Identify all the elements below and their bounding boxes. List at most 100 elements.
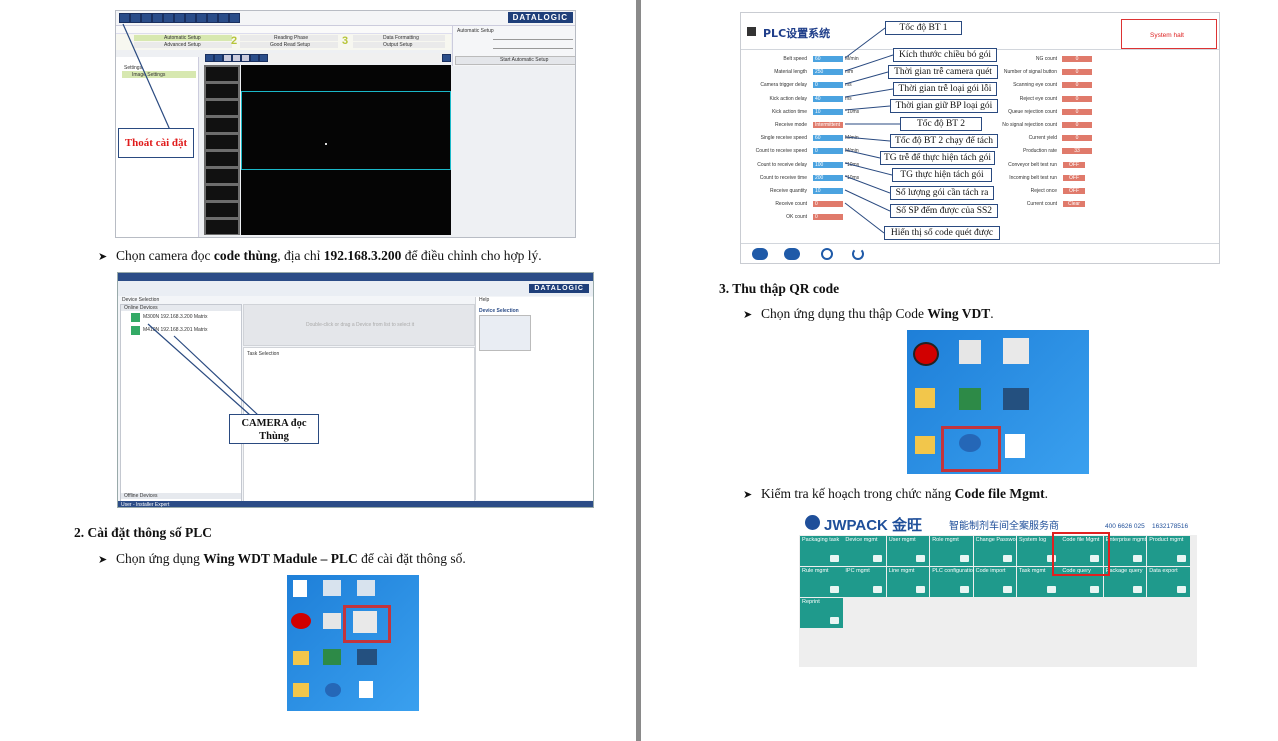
- thumbnail[interactable]: [206, 169, 238, 183]
- help-thumbnail: [479, 315, 531, 351]
- image-settings-icon[interactable]: [250, 54, 259, 62]
- data-formatting-step[interactable]: Data Formatting: [353, 35, 445, 41]
- datalogic-logo: DATALOGIC: [507, 12, 573, 23]
- plc-toggle-button[interactable]: OFF: [1063, 161, 1085, 168]
- link-icon[interactable]: [218, 13, 229, 23]
- zoom-in-icon[interactable]: [205, 54, 214, 62]
- tile-label: Code import: [975, 567, 1006, 574]
- camera-image-view[interactable]: [241, 65, 451, 235]
- document-icon[interactable]: [293, 580, 307, 597]
- help-icon[interactable]: [229, 13, 240, 23]
- plc-callout-arrow: [844, 149, 881, 159]
- app-icon[interactable]: [357, 580, 375, 596]
- jwpack-slogan: 智能制剂车间全案服务商: [949, 521, 1059, 532]
- dl-app-icon[interactable]: [357, 649, 377, 665]
- device-icon: [131, 326, 140, 335]
- good-read-setup-step[interactable]: Good Read Setup: [240, 42, 338, 48]
- zoom-out-icon[interactable]: [214, 54, 223, 62]
- wing-app-icon[interactable]: [325, 683, 341, 697]
- plc-toggle-button[interactable]: OFF: [1063, 174, 1085, 181]
- thumbnail[interactable]: [206, 186, 238, 200]
- tile-reprint[interactable]: Reprint: [800, 597, 843, 628]
- tile-ipc-mgmt[interactable]: IPC mgmt: [843, 566, 886, 597]
- tile-enterprise-mgmt[interactable]: Enterprise mgmt: [1103, 536, 1147, 566]
- next-icon[interactable]: [442, 54, 451, 62]
- qr-app-icon[interactable]: [1003, 338, 1029, 364]
- output-setup-step[interactable]: Output Setup: [353, 42, 445, 48]
- tile-code-import[interactable]: Code import: [973, 566, 1017, 597]
- tile-label: Change Password: [975, 537, 1021, 543]
- plc-toggle-button[interactable]: Clear: [1063, 201, 1085, 208]
- folder-icon[interactable]: [915, 436, 935, 454]
- thumbnail[interactable]: [206, 118, 238, 132]
- plc-callout: Tốc độ BT 1: [885, 21, 962, 35]
- blank-file-icon[interactable]: [1005, 434, 1025, 458]
- step-3-number: 3: [342, 35, 349, 47]
- monitor-icon[interactable]: [959, 340, 981, 364]
- plc-callout-arrow: [844, 202, 885, 234]
- status-box: System halt: [1121, 19, 1217, 49]
- slider-1[interactable]: [493, 39, 573, 40]
- tile-rule-mgmt[interactable]: Rule mgmt: [800, 566, 843, 597]
- save-image-icon[interactable]: [259, 54, 268, 62]
- header-bar: DATALOGIC: [118, 281, 593, 296]
- tile-data-export[interactable]: Data export: [1147, 566, 1190, 597]
- folder-icon[interactable]: [293, 683, 309, 697]
- reading-phase-step[interactable]: Reading Phase: [240, 35, 338, 41]
- tile-package-query[interactable]: Package query: [1103, 566, 1147, 597]
- tile-change-password[interactable]: Change Password: [973, 536, 1021, 566]
- folder-icon[interactable]: [293, 651, 309, 665]
- blank-file-icon[interactable]: [359, 681, 373, 698]
- camera-icon[interactable]: [207, 13, 218, 23]
- fit-icon[interactable]: [223, 54, 232, 62]
- upload-icon[interactable]: [752, 248, 768, 260]
- folder-icon[interactable]: [915, 388, 935, 408]
- bullet-arrow-icon: ➤: [98, 251, 108, 263]
- image-toolbar: [204, 53, 451, 63]
- thumbnail[interactable]: [206, 152, 238, 166]
- capture-icon[interactable]: [241, 54, 250, 62]
- thumbnail[interactable]: [206, 220, 238, 234]
- tile-line-mgmt[interactable]: Line mgmt: [886, 566, 930, 597]
- tile-packaging-task[interactable]: Packaging task: [800, 536, 843, 566]
- thumbnail[interactable]: [206, 135, 238, 149]
- plc-callout-arrow: [844, 27, 886, 59]
- callout-arrow: [122, 23, 171, 131]
- tile-role-mgmt[interactable]: Role mgmt: [930, 536, 973, 566]
- app-icon[interactable]: [323, 580, 341, 596]
- tile-device-mgmt[interactable]: Device mgmt: [843, 536, 886, 566]
- tile-product-mgmt[interactable]: Product mgmt: [1147, 536, 1190, 566]
- plc-status-label: No signal rejection count: [1002, 122, 1057, 128]
- plc-callout-arrow: [844, 175, 891, 194]
- thumbnail[interactable]: [206, 84, 238, 98]
- excel-icon[interactable]: [959, 388, 981, 410]
- refresh-icon[interactable]: [852, 248, 864, 260]
- excel-icon[interactable]: [323, 649, 341, 665]
- settings-icon[interactable]: [821, 248, 833, 260]
- plc-toggle-button[interactable]: OFF: [1063, 188, 1085, 194]
- thumbnail[interactable]: [206, 67, 238, 81]
- tile-plc-configuration[interactable]: PLC configuration: [930, 566, 976, 597]
- tile-label: Product mgmt: [1149, 537, 1184, 543]
- plc-status-label: Reject once: [1030, 188, 1057, 194]
- download-icon[interactable]: [784, 248, 800, 260]
- start-automatic-setup-button[interactable]: Start Automatic Setup: [455, 56, 575, 65]
- plc-status-value: 0: [1062, 95, 1092, 102]
- slider-2[interactable]: [493, 48, 573, 49]
- grid-view-icon[interactable]: [232, 54, 241, 62]
- tile-user-mgmt[interactable]: User mgmt: [886, 536, 930, 566]
- tile-icon: [916, 555, 926, 562]
- tile-icon: [1176, 585, 1186, 593]
- tile-icon: [872, 585, 882, 593]
- record-icon[interactable]: [913, 342, 939, 366]
- plc-callout: Thời gian giữ BP loại gói: [890, 99, 998, 113]
- thumbnail[interactable]: [206, 101, 238, 115]
- plc-callout: Kích thước chiều bó gói: [893, 48, 997, 62]
- tile-label: Reprint: [802, 598, 820, 605]
- record-icon[interactable]: [291, 613, 311, 629]
- roi-line-top: [241, 91, 451, 92]
- dl-app-icon[interactable]: [1003, 388, 1029, 410]
- thumbnail[interactable]: [206, 203, 238, 217]
- mail-icon[interactable]: [196, 13, 207, 23]
- monitor-icon[interactable]: [323, 613, 341, 629]
